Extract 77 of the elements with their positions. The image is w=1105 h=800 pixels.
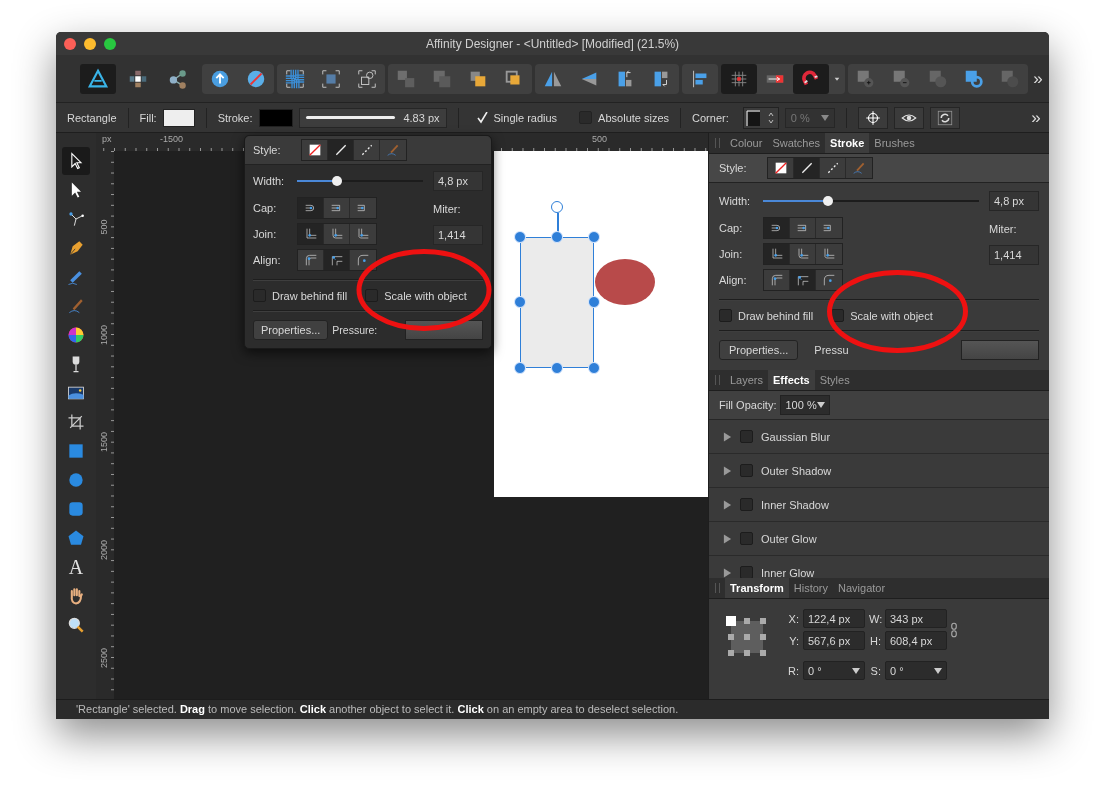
- width-label: Width:: [719, 195, 752, 207]
- overflow-button[interactable]: »: [1027, 107, 1045, 128]
- tool-name: Rectangle: [67, 111, 117, 124]
- width-field[interactable]: 4,8 px: [433, 171, 483, 191]
- tool-button[interactable]: A: [62, 553, 90, 581]
- style-label: Style:: [719, 162, 748, 174]
- align-label: Align:: [253, 254, 282, 266]
- miter-label: Miter:: [433, 203, 462, 215]
- field-label: R:: [787, 664, 799, 677]
- cap-label: Cap:: [253, 202, 278, 214]
- width-field[interactable]: 4,8 px: [989, 191, 1039, 211]
- ruler-label: 2000: [99, 539, 109, 563]
- panel-tab[interactable]: Swatches: [767, 133, 826, 153]
- stroke-width-dropdown[interactable]: 4.83 px: [298, 107, 447, 128]
- dropdown[interactable]: 0 °: [885, 661, 947, 680]
- field-label: S:: [869, 664, 881, 677]
- panel-tab[interactable]: Layers: [725, 370, 769, 390]
- checkbox-label: Single radius: [493, 111, 558, 124]
- checkbox-label: Scale with object: [384, 289, 467, 302]
- ruler-label: 1000: [99, 323, 109, 347]
- status-message: 'Rectangle' selected. Drag to move selection. Click another object to select it. Click on an empty area to deselect selection.: [56, 699, 1049, 719]
- field-label: W:: [869, 612, 881, 625]
- ruler-label: 500: [99, 218, 109, 237]
- pressure-label: Pressu: [814, 344, 849, 356]
- effect-row[interactable]: Gaussian Blur: [709, 420, 1049, 454]
- panel-tab[interactable]: Colour: [725, 133, 768, 153]
- panel-tab[interactable]: Transform: [725, 578, 789, 598]
- panel-tab[interactable]: Brushes: [869, 133, 920, 153]
- properties-button[interactable]: Properties...: [719, 340, 799, 360]
- miter-field[interactable]: 1,414: [433, 225, 483, 245]
- checkbox-label: Draw behind fill: [738, 309, 814, 322]
- corner-label: Corner:: [692, 111, 729, 124]
- field-label: X:: [787, 612, 799, 625]
- style-label: Style:: [253, 144, 282, 156]
- ruler-unit: px: [102, 134, 112, 144]
- panel-tab[interactable]: Stroke: [825, 133, 870, 153]
- ruler-label: -1500: [160, 134, 184, 144]
- stroke-label: Stroke:: [217, 111, 253, 124]
- panel-tab[interactable]: Navigator: [833, 578, 891, 598]
- join-label: Join:: [253, 228, 278, 240]
- effect-label: Inner Glow: [761, 566, 815, 578]
- panel-tab[interactable]: Styles: [814, 370, 855, 390]
- ruler-label: 2500: [99, 646, 109, 670]
- align-label: Align:: [719, 274, 748, 286]
- miter-label: Miter:: [989, 223, 1018, 235]
- properties-button[interactable]: Properties...: [253, 320, 329, 340]
- ruler-label: 1500: [99, 431, 109, 455]
- input-field[interactable]: 122,4 px: [803, 609, 865, 628]
- dropdown[interactable]: 0 °: [803, 661, 865, 680]
- effect-label: Gaussian Blur: [761, 430, 831, 443]
- effect-row[interactable]: Outer Glow: [709, 522, 1049, 556]
- pressure-label: Pressure:: [332, 324, 378, 336]
- checkbox-label: Absolute sizes: [598, 111, 670, 124]
- fill-opacity-dropdown[interactable]: 100 %: [780, 395, 831, 415]
- input-field[interactable]: 343 px: [885, 609, 947, 628]
- overflow-button[interactable]: »: [1031, 68, 1045, 89]
- panel-tab[interactable]: Effects: [768, 370, 815, 390]
- effect-label: Outer Glow: [761, 532, 817, 545]
- effect-label: Outer Shadow: [761, 464, 832, 477]
- effect-row[interactable]: Inner Shadow: [709, 488, 1049, 522]
- join-label: Join:: [719, 248, 744, 260]
- fill-label: Fill:: [139, 111, 157, 124]
- miter-field[interactable]: 1,414: [989, 245, 1039, 265]
- effect-label: Inner Shadow: [761, 498, 829, 511]
- panel-tab[interactable]: History: [788, 578, 834, 598]
- ruler-label: 500: [592, 134, 608, 144]
- window-title: Affinity Designer - <Untitled> [Modified] (21.5%): [425, 36, 680, 51]
- field-label: H:: [869, 634, 881, 647]
- effect-row[interactable]: Outer Shadow: [709, 454, 1049, 488]
- input-field[interactable]: 567,6 px: [803, 631, 865, 650]
- checkbox-label: Scale with object: [850, 309, 933, 322]
- width-label: Width:: [253, 175, 286, 187]
- checkbox-label: Draw behind fill: [272, 289, 348, 302]
- input-field[interactable]: 608,4 px: [885, 631, 947, 650]
- cap-label: Cap:: [719, 222, 744, 234]
- field-label: Y:: [788, 634, 799, 647]
- fill-opacity-label: Fill Opacity:: [719, 399, 777, 411]
